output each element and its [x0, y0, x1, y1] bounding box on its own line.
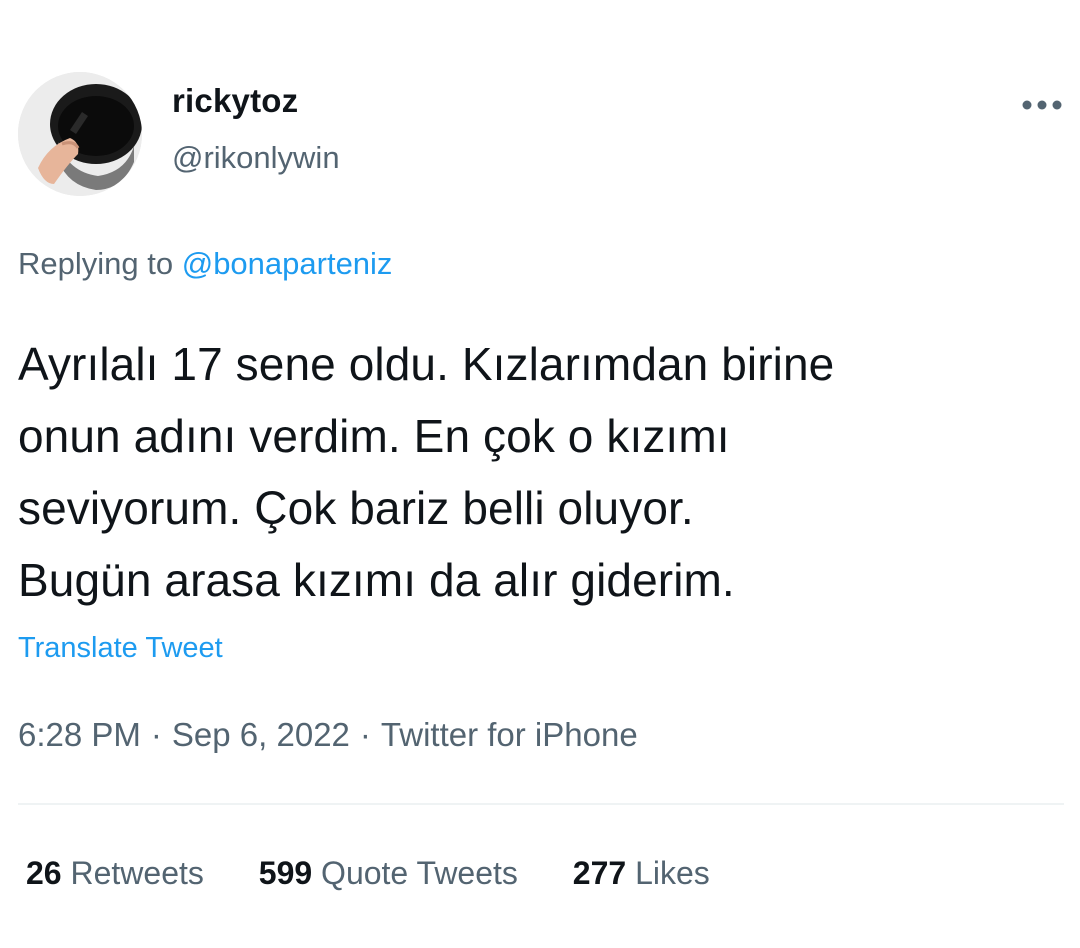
engagement-stats: 26 Retweets 599 Quote Tweets 277 Likes: [26, 855, 756, 892]
tweet-text-line: seviyorum. Çok bariz belli oluyor.: [18, 482, 694, 534]
tweet-text-line: Bugün arasa kızımı da alır giderim.: [18, 554, 735, 606]
translate-tweet-link[interactable]: Translate Tweet: [18, 632, 223, 665]
tweet-meta: 6:28 PM · Sep 6, 2022 · Twitter for iPhone: [18, 716, 638, 754]
likes-label: Likes: [635, 855, 710, 891]
tweet-text-line: onun adını verdim. En çok o kızımı: [18, 410, 730, 462]
author-handle[interactable]: @rikonlywin: [172, 140, 340, 176]
author-display-name[interactable]: rickytoz: [172, 82, 298, 120]
meta-separator: ·: [359, 716, 371, 753]
tweet-source[interactable]: Twitter for iPhone: [381, 716, 638, 753]
reply-mention-link[interactable]: @bonaparteniz: [182, 246, 393, 281]
tweet-card: rickytoz @rikonlywin Replying to @bonapa…: [0, 0, 1080, 948]
likes-stat[interactable]: 277 Likes: [573, 855, 710, 892]
quote-tweets-count: 599: [258, 855, 313, 891]
tweet-text: Ayrılalı 17 sene oldu. Kızlarımdan birin…: [18, 328, 1068, 616]
quote-tweets-label: Quote Tweets: [321, 855, 518, 891]
replying-to: Replying to @bonaparteniz: [18, 246, 392, 282]
likes-count: 277: [572, 855, 627, 891]
avatar-photo-icon: [18, 72, 142, 196]
divider: [18, 803, 1064, 805]
tweet-date[interactable]: Sep 6, 2022: [172, 716, 350, 753]
quote-tweets-stat[interactable]: 599 Quote Tweets: [259, 855, 518, 892]
replying-prefix: Replying to: [18, 246, 174, 281]
retweets-label: Retweets: [70, 855, 204, 891]
more-horizontal-icon[interactable]: [1018, 90, 1066, 120]
meta-separator: ·: [150, 716, 162, 753]
retweets-count: 26: [26, 855, 62, 891]
tweet-time[interactable]: 6:28 PM: [18, 716, 141, 753]
avatar[interactable]: [18, 72, 142, 196]
retweets-stat[interactable]: 26 Retweets: [26, 855, 204, 892]
tweet-text-line: Ayrılalı 17 sene oldu. Kızlarımdan birin…: [18, 338, 835, 390]
